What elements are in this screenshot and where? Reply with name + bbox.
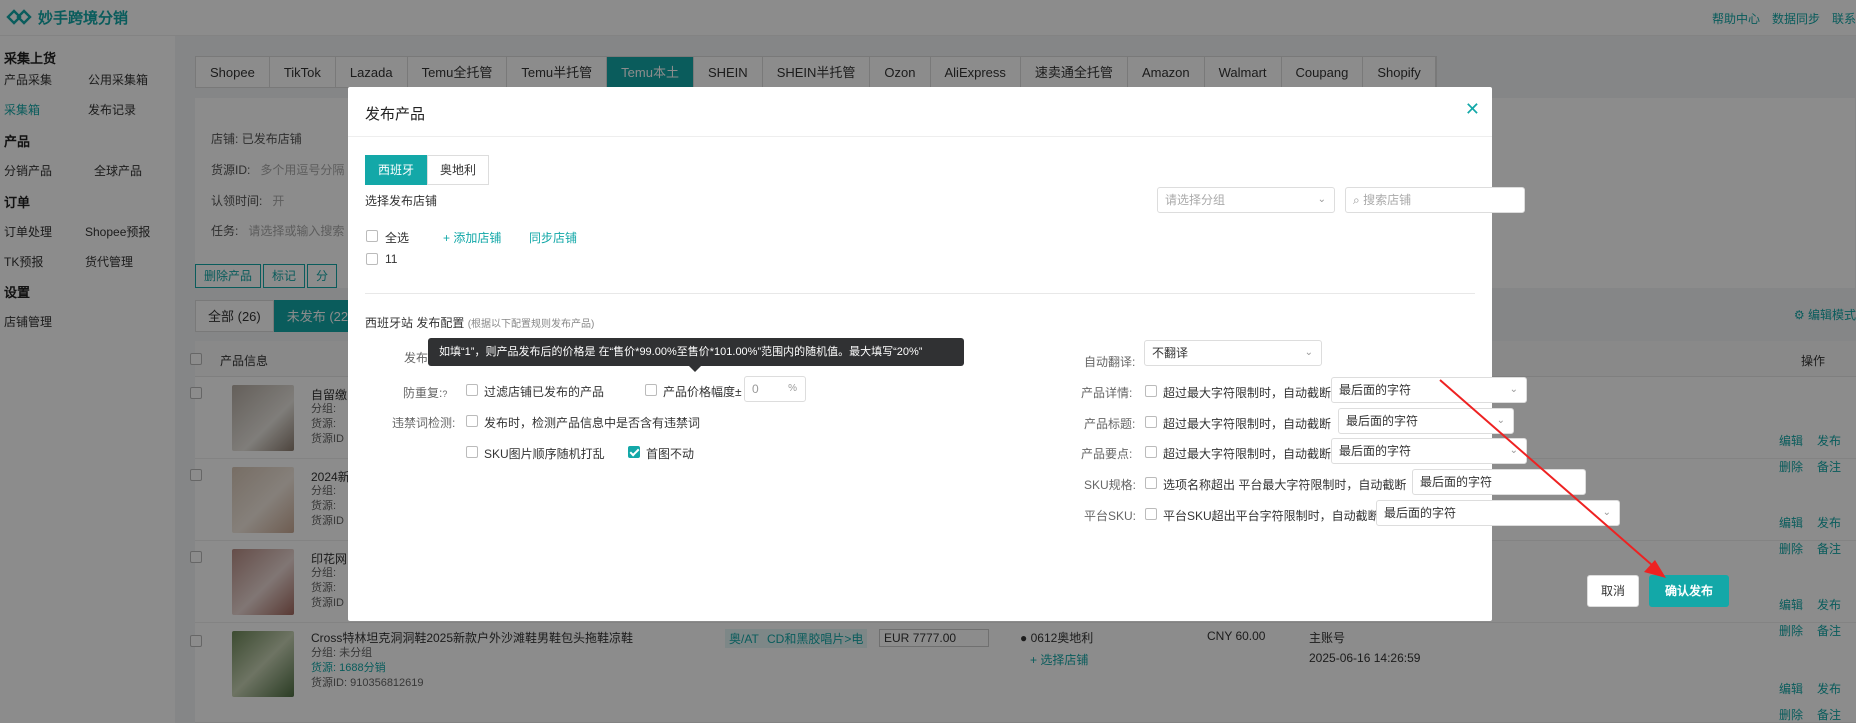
chevron-down-icon: ⌄ — [1509, 384, 1518, 395]
platform-sku-truncate-text[interactable]: 平台SKU超出平台字符限制时，自动截断 — [1163, 507, 1380, 524]
sku-spec-truncate-select[interactable]: 最后面的字符 — [1412, 469, 1586, 495]
title-truncate-text[interactable]: 超过最大字符限制时，自动截断 — [1163, 415, 1331, 432]
dedupe-filter-label[interactable]: 过滤店铺已发布的产品 — [484, 383, 604, 400]
detail-label: 产品详情: — [1081, 386, 1133, 400]
title-truncate-select[interactable]: 最后面的字符 ⌄ — [1338, 408, 1514, 434]
percent-unit: % — [788, 383, 797, 394]
confirm-publish-button[interactable]: 确认发布 — [1649, 575, 1729, 607]
dedupe-label-text: 防重复: — [403, 386, 443, 400]
close-icon[interactable]: ✕ — [1465, 99, 1480, 120]
config-hint: (根据以下配置规则发布产品) — [467, 319, 595, 330]
shop-checkbox[interactable] — [366, 253, 378, 265]
divider — [365, 293, 1475, 294]
shop-search-input[interactable]: ⌕ 搜索店铺 — [1345, 187, 1525, 213]
cancel-button[interactable]: 取消 — [1587, 575, 1639, 607]
sku-shuffle-checkbox[interactable] — [466, 446, 478, 458]
first-image-fixed-checkbox[interactable] — [628, 446, 640, 458]
price-range-label[interactable]: 产品价格幅度± — [663, 383, 742, 400]
title-label: 产品标题: — [1084, 417, 1136, 431]
auto-translate-select[interactable]: 不翻译 ⌄ — [1144, 340, 1322, 366]
config-title: 西班牙站 发布配置 (根据以下配置规则发布产品) — [365, 314, 594, 331]
banned-words-text[interactable]: 发布时，检测产品信息中是否含有违禁词 — [484, 414, 700, 431]
add-shop-link[interactable]: + 添加店铺 — [443, 229, 501, 246]
tab-austria[interactable]: 奥地利 — [427, 155, 490, 185]
search-icon: ⌕ — [1353, 193, 1360, 207]
title-truncate-value: 最后面的字符 — [1346, 414, 1419, 428]
chevron-down-icon: ⌄ — [1317, 194, 1326, 205]
detail-truncate-value: 最后面的字符 — [1339, 383, 1412, 397]
platform-sku-truncate-value: 最后面的字符 — [1384, 506, 1457, 520]
region-tabs: 西班牙 奥地利 — [365, 155, 490, 185]
tooltip-arrow — [689, 366, 701, 372]
price-range-value: 0 — [752, 382, 759, 396]
shop-label[interactable]: 11 — [385, 252, 397, 266]
dedupe-filter-checkbox[interactable] — [466, 384, 478, 396]
chevron-down-icon: ⌄ — [1509, 445, 1518, 456]
price-range-input[interactable]: 0% — [744, 376, 806, 402]
help-icon[interactable]: ? — [442, 389, 447, 399]
chevron-down-icon: ⌄ — [1304, 347, 1313, 358]
points-label: 产品要点: — [1081, 447, 1133, 461]
points-truncate-value: 最后面的字符 — [1339, 444, 1412, 458]
points-truncate-checkbox[interactable] — [1145, 446, 1157, 458]
dedupe-label: 防重复:? — [403, 384, 447, 401]
sku-spec-truncate-text[interactable]: 选项名称超出 平台最大字符限制时，自动截断 — [1163, 476, 1406, 493]
price-range-checkbox[interactable] — [645, 384, 657, 396]
platform-sku-label: 平台SKU: — [1084, 509, 1137, 523]
sku-spec-truncate-checkbox[interactable] — [1145, 477, 1157, 489]
first-image-fixed-label[interactable]: 首图不动 — [646, 445, 694, 462]
select-all-checkbox[interactable] — [366, 230, 378, 242]
points-truncate-text[interactable]: 超过最大字符限制时，自动截断 — [1163, 445, 1331, 462]
shop-search-placeholder: 搜索店铺 — [1363, 193, 1412, 207]
price-range-tooltip: 如填“1”，则产品发布后的价格是 在“售价*99.00%至售价*101.00%”… — [428, 338, 964, 366]
group-select[interactable]: 请选择分组 ⌄ — [1157, 187, 1335, 213]
tab-spain[interactable]: 西班牙 — [365, 155, 428, 185]
group-select-placeholder: 请选择分组 — [1165, 193, 1226, 207]
banned-words-label: 违禁词检测: — [392, 416, 456, 430]
detail-truncate-text[interactable]: 超过最大字符限制时，自动截断 — [1163, 384, 1331, 401]
dialog-header: 发布产品 ✕ — [348, 87, 1492, 137]
dialog-title: 发布产品 — [365, 106, 426, 123]
detail-truncate-select[interactable]: 最后面的字符 ⌄ — [1331, 377, 1527, 403]
chevron-down-icon: ⌄ — [1496, 415, 1505, 426]
select-all-label[interactable]: 全选 — [385, 229, 409, 246]
config-title-text: 西班牙站 发布配置 — [365, 316, 465, 330]
chevron-down-icon: ⌄ — [1602, 507, 1611, 518]
points-truncate-select[interactable]: 最后面的字符 ⌄ — [1331, 438, 1527, 464]
auto-translate-value: 不翻译 — [1152, 346, 1189, 360]
platform-sku-truncate-select[interactable]: 最后面的字符 ⌄ — [1376, 500, 1620, 526]
sync-shop-link[interactable]: 同步店铺 — [529, 229, 577, 246]
banned-words-checkbox[interactable] — [466, 415, 478, 427]
sku-spec-label: SKU规格: — [1084, 478, 1137, 492]
sku-spec-truncate-value: 最后面的字符 — [1420, 475, 1493, 489]
publish-config-label: 发布 — [404, 351, 429, 365]
detail-truncate-checkbox[interactable] — [1145, 385, 1157, 397]
auto-translate-label: 自动翻译: — [1084, 355, 1136, 369]
select-shop-label: 选择发布店铺 — [365, 194, 438, 208]
sku-shuffle-label[interactable]: SKU图片顺序随机打乱 — [484, 445, 605, 462]
platform-sku-truncate-checkbox[interactable] — [1145, 508, 1157, 520]
title-truncate-checkbox[interactable] — [1145, 416, 1157, 428]
